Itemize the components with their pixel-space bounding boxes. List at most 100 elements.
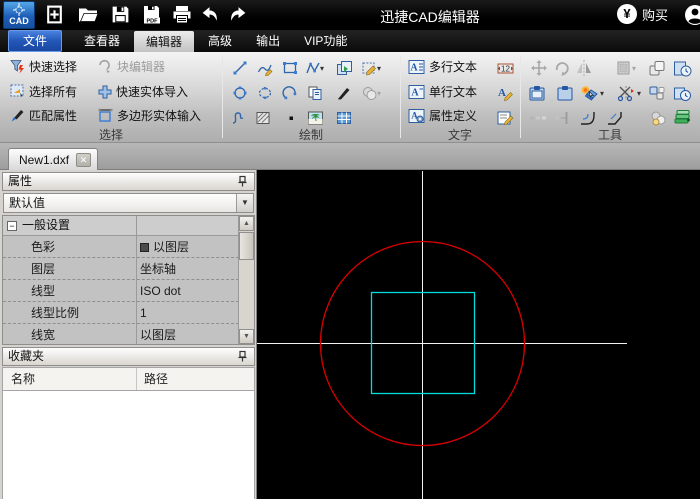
pin-icon[interactable] <box>236 175 249 188</box>
collapse-icon[interactable]: − <box>7 221 17 231</box>
scroll-up-button[interactable]: ▲ <box>239 216 254 231</box>
boundary-dropdown[interactable]: ▾ <box>377 64 381 73</box>
svg-text:A: A <box>498 87 506 99</box>
grid-scrollbar[interactable]: ▲ ▼ <box>238 216 254 344</box>
selection-group-label: 选择 <box>98 128 123 142</box>
scroll-down-button[interactable]: ▼ <box>239 329 254 344</box>
time-restore-button[interactable] <box>671 57 693 79</box>
rotate-button[interactable] <box>551 57 573 79</box>
pin-icon[interactable] <box>236 350 249 363</box>
menu-editor[interactable]: 编辑器 <box>134 31 195 52</box>
match-properties-button[interactable]: 匹配属性 <box>10 107 77 124</box>
yen-icon: ¥ <box>616 4 637 24</box>
draw-group-label: 绘制 <box>298 128 323 142</box>
draw-arc-button[interactable] <box>279 82 301 104</box>
insert-block-button[interactable] <box>333 57 355 79</box>
funnel-icon <box>10 60 24 74</box>
ellipse-icon <box>258 87 272 99</box>
undo-button[interactable] <box>198 4 222 26</box>
menu-viewer[interactable]: 查看器 <box>72 30 132 52</box>
new-document-button[interactable] <box>42 4 66 26</box>
region-dropdown[interactable]: ▾ <box>377 89 381 98</box>
fillet-icon <box>581 111 595 125</box>
draw-line-button[interactable] <box>229 57 251 79</box>
property-row-lineweight[interactable]: 线宽 以图层 <box>3 325 239 344</box>
property-row-color[interactable]: 色彩 以图层 <box>3 237 239 258</box>
quick-select-button[interactable]: 快速选择 <box>10 58 77 75</box>
multiline-text-button[interactable]: A 多行文本 <box>408 58 477 75</box>
favorites-path-column[interactable]: 路径 <box>144 368 168 390</box>
time-save-button[interactable] <box>671 82 693 104</box>
favorites-list[interactable] <box>2 391 255 499</box>
explode-button[interactable] <box>646 82 668 104</box>
app-logo[interactable]: CAD <box>3 1 35 29</box>
image-icon <box>307 111 323 125</box>
tools-group-label: 工具 <box>597 128 622 142</box>
menu-advanced[interactable]: 高级 <box>196 30 244 52</box>
property-row-linetype[interactable]: 线型 ISO dot <box>3 281 239 302</box>
draw-sketch-button[interactable] <box>254 57 276 79</box>
save-as-pdf-button[interactable]: PDF <box>140 4 164 26</box>
quick-entity-import-button[interactable]: 快速实体导入 <box>98 83 188 100</box>
column-divider[interactable] <box>136 368 137 390</box>
copy-layer-button[interactable] <box>646 57 668 79</box>
menu-bar: 文件 查看器 编辑器 高级 输出 VIP功能 <box>0 30 700 52</box>
move-button[interactable] <box>528 57 550 79</box>
text-style-button[interactable]: A <box>494 82 516 104</box>
close-tab-button[interactable]: ✕ <box>76 152 92 167</box>
text-scale-button[interactable]: 12 <box>494 57 516 79</box>
redo-button[interactable] <box>226 4 250 26</box>
menu-vip[interactable]: VIP功能 <box>292 30 359 52</box>
draw-circle-button[interactable] <box>229 82 251 104</box>
redo-icon <box>231 7 246 21</box>
save-pdf-icon: PDF <box>144 6 160 25</box>
properties-panel-header: 属性 <box>2 172 255 191</box>
polyline-dropdown[interactable]: ▾ <box>320 64 324 73</box>
menu-file[interactable]: 文件 <box>8 30 63 52</box>
array-dropdown[interactable]: ▾ <box>632 64 636 73</box>
block-editor-button[interactable]: 块编辑器 <box>98 58 165 75</box>
boundary-icon <box>362 62 376 76</box>
point-icon <box>289 116 293 120</box>
array-button[interactable] <box>612 57 634 79</box>
move-icon <box>531 60 547 76</box>
property-row-layer[interactable]: 图层 坐标轴 <box>3 259 239 280</box>
trim-dropdown[interactable]: ▾ <box>637 89 641 98</box>
singleline-text-button[interactable]: A 单行文本 <box>408 83 477 100</box>
print-button[interactable] <box>170 4 194 26</box>
draw-rectangle-button[interactable] <box>279 57 301 79</box>
buy-button[interactable]: ¥ 购买 <box>616 4 668 24</box>
draw-pen-button[interactable] <box>333 82 355 104</box>
clock-document-icon <box>673 61 691 76</box>
save-button[interactable] <box>108 4 132 26</box>
property-row-linetype-scale[interactable]: 线型比例 1 <box>3 303 239 324</box>
paste-special-button[interactable] <box>554 82 576 104</box>
document-tab-label: New1.dxf <box>19 152 70 167</box>
polygon-entity-input-button[interactable]: 多边形实体输入 <box>98 107 201 124</box>
select-all-button[interactable]: 选择所有 <box>10 83 77 100</box>
text-scale-icon: 12 <box>497 63 513 73</box>
dropdown-arrow-icon[interactable]: ▼ <box>236 194 253 212</box>
preset-dropdown[interactable]: 默认值 ▼ <box>3 193 254 213</box>
attribute-definition-button[interactable]: A 属性定义 <box>408 107 477 124</box>
rotate-icon <box>555 62 569 76</box>
erase-button[interactable] <box>578 82 600 104</box>
erase-dropdown[interactable]: ▾ <box>600 89 604 98</box>
mirror-button[interactable] <box>573 57 595 79</box>
document-tab[interactable]: New1.dxf ✕ <box>8 148 99 170</box>
paste-button[interactable] <box>526 82 548 104</box>
property-group-row[interactable]: − 一般设置 <box>3 216 239 236</box>
plus-icon <box>98 85 112 98</box>
menu-output[interactable]: 输出 <box>244 30 292 52</box>
account-button[interactable] <box>684 4 700 26</box>
hatch-icon <box>256 112 270 124</box>
trim-button[interactable] <box>615 82 637 104</box>
new-document-icon <box>46 5 62 24</box>
application-window: CAD PDF 迅捷CAD编辑器 ¥ 购买 文件 查看器 编辑器 高级 输出 V… <box>0 0 700 499</box>
open-button[interactable] <box>76 4 100 26</box>
draw-ellipse-button[interactable] <box>254 82 276 104</box>
copy-object-button[interactable] <box>304 82 326 104</box>
drawing-canvas[interactable] <box>257 170 700 499</box>
scroll-thumb[interactable] <box>239 232 254 260</box>
favorites-name-column[interactable]: 名称 <box>11 368 35 390</box>
